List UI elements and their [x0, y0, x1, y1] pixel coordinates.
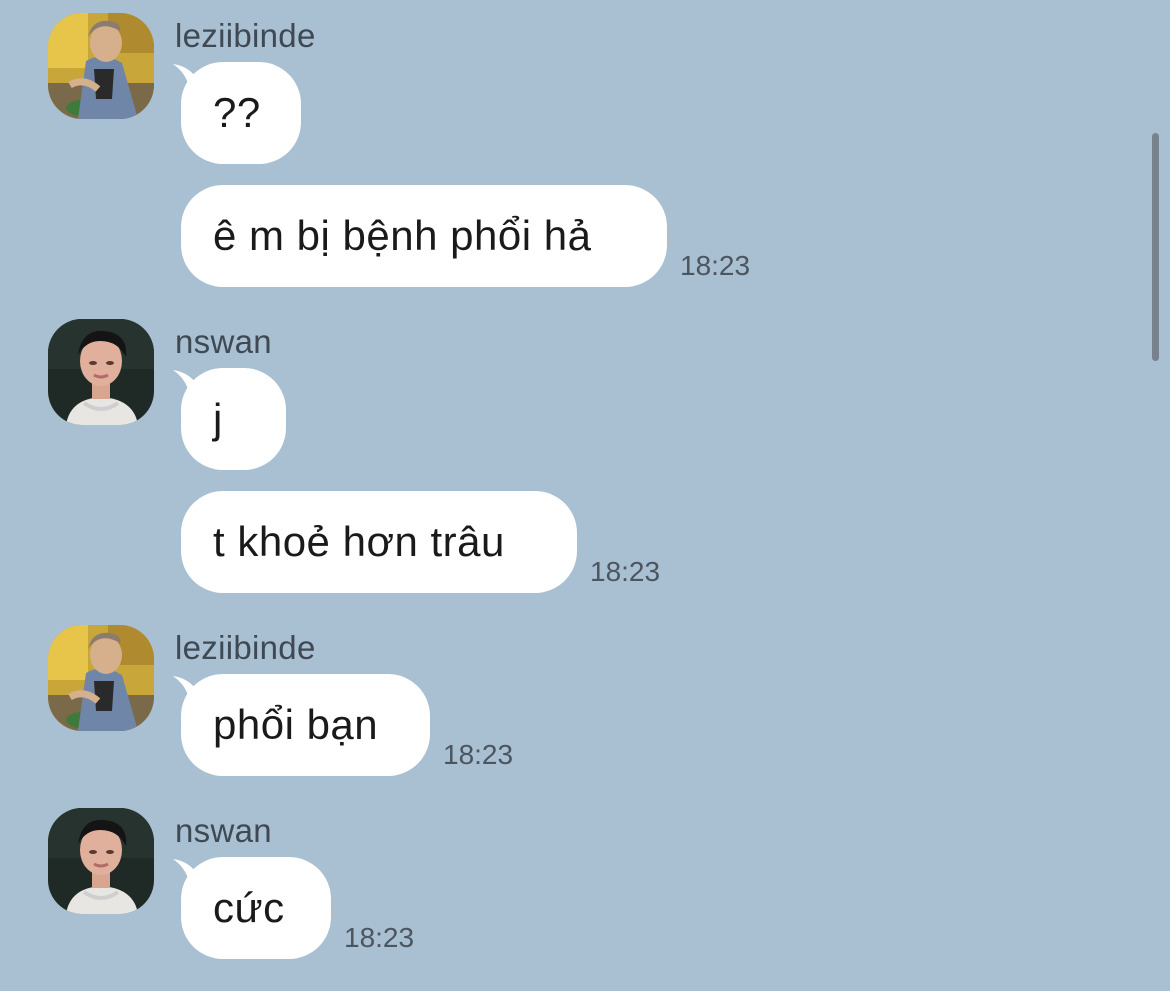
sender-name: leziibinde	[175, 629, 316, 666]
message-timestamp: 18:23	[344, 922, 415, 953]
message-timestamp: 18:23	[590, 556, 661, 587]
sender-name: leziibinde	[175, 17, 316, 54]
leziibinde-avatar[interactable]	[48, 13, 154, 119]
message-bubble[interactable]: t khoẻ hơn trâu	[181, 491, 577, 593]
user-avatar-photo	[48, 319, 154, 425]
user-avatar-photo	[48, 13, 154, 119]
nswan-avatar[interactable]	[48, 319, 154, 425]
message-bubble[interactable]: phổi bạn	[181, 674, 430, 776]
sender-name: nswan	[175, 812, 272, 849]
leziibinde-avatar[interactable]	[48, 625, 154, 731]
message-timestamp: 18:23	[680, 250, 751, 281]
message-bubble[interactable]: ê m bị bệnh phổi hả	[181, 185, 667, 287]
message-timestamp: 18:23	[443, 739, 514, 770]
nswan-avatar[interactable]	[48, 808, 154, 914]
message-bubble[interactable]: cức	[181, 857, 331, 959]
vertical-scrollbar[interactable]	[1152, 133, 1159, 361]
chat-message-list[interactable]: leziibinde ?? ê m bị bệnh phổi hả 18:23 …	[0, 0, 1170, 991]
user-avatar-photo	[48, 625, 154, 731]
message-bubble[interactable]: ??	[181, 62, 301, 164]
message-bubble[interactable]: j	[181, 368, 286, 470]
user-avatar-photo	[48, 808, 154, 914]
sender-name: nswan	[175, 323, 272, 360]
